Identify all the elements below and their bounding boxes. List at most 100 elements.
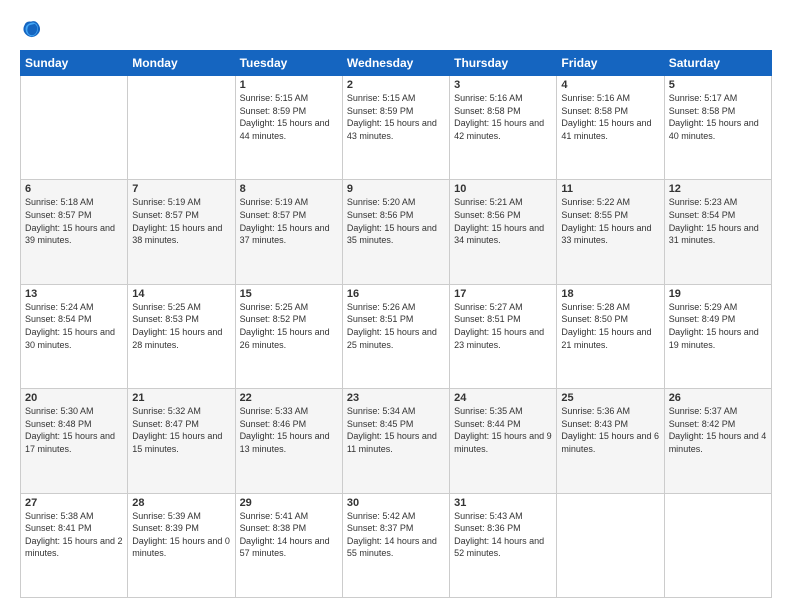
day-cell: 12Sunrise: 5:23 AMSunset: 8:54 PMDayligh…	[664, 180, 771, 284]
header-row: SundayMondayTuesdayWednesdayThursdayFrid…	[21, 51, 772, 76]
day-info: Sunrise: 5:18 AMSunset: 8:57 PMDaylight:…	[25, 196, 123, 246]
day-info: Sunrise: 5:42 AMSunset: 8:37 PMDaylight:…	[347, 510, 445, 560]
day-cell: 2Sunrise: 5:15 AMSunset: 8:59 PMDaylight…	[342, 76, 449, 180]
day-cell: 1Sunrise: 5:15 AMSunset: 8:59 PMDaylight…	[235, 76, 342, 180]
day-info: Sunrise: 5:24 AMSunset: 8:54 PMDaylight:…	[25, 301, 123, 351]
day-info: Sunrise: 5:28 AMSunset: 8:50 PMDaylight:…	[561, 301, 659, 351]
calendar-header: SundayMondayTuesdayWednesdayThursdayFrid…	[21, 51, 772, 76]
day-number: 20	[25, 392, 123, 404]
day-cell: 26Sunrise: 5:37 AMSunset: 8:42 PMDayligh…	[664, 389, 771, 493]
day-info: Sunrise: 5:22 AMSunset: 8:55 PMDaylight:…	[561, 196, 659, 246]
day-info: Sunrise: 5:20 AMSunset: 8:56 PMDaylight:…	[347, 196, 445, 246]
day-number: 6	[25, 183, 123, 195]
day-cell: 29Sunrise: 5:41 AMSunset: 8:38 PMDayligh…	[235, 493, 342, 597]
day-cell: 7Sunrise: 5:19 AMSunset: 8:57 PMDaylight…	[128, 180, 235, 284]
day-info: Sunrise: 5:33 AMSunset: 8:46 PMDaylight:…	[240, 405, 338, 455]
day-cell: 17Sunrise: 5:27 AMSunset: 8:51 PMDayligh…	[450, 284, 557, 388]
day-number: 10	[454, 183, 552, 195]
day-cell: 14Sunrise: 5:25 AMSunset: 8:53 PMDayligh…	[128, 284, 235, 388]
logo	[20, 18, 46, 40]
day-cell	[21, 76, 128, 180]
day-cell: 28Sunrise: 5:39 AMSunset: 8:39 PMDayligh…	[128, 493, 235, 597]
day-info: Sunrise: 5:32 AMSunset: 8:47 PMDaylight:…	[132, 405, 230, 455]
day-info: Sunrise: 5:16 AMSunset: 8:58 PMDaylight:…	[454, 92, 552, 142]
day-number: 3	[454, 79, 552, 91]
day-info: Sunrise: 5:36 AMSunset: 8:43 PMDaylight:…	[561, 405, 659, 455]
day-info: Sunrise: 5:37 AMSunset: 8:42 PMDaylight:…	[669, 405, 767, 455]
day-number: 21	[132, 392, 230, 404]
day-cell: 19Sunrise: 5:29 AMSunset: 8:49 PMDayligh…	[664, 284, 771, 388]
day-cell: 22Sunrise: 5:33 AMSunset: 8:46 PMDayligh…	[235, 389, 342, 493]
day-header-friday: Friday	[557, 51, 664, 76]
day-number: 8	[240, 183, 338, 195]
day-number: 16	[347, 288, 445, 300]
day-cell: 20Sunrise: 5:30 AMSunset: 8:48 PMDayligh…	[21, 389, 128, 493]
day-header-monday: Monday	[128, 51, 235, 76]
day-number: 5	[669, 79, 767, 91]
day-cell: 24Sunrise: 5:35 AMSunset: 8:44 PMDayligh…	[450, 389, 557, 493]
day-info: Sunrise: 5:19 AMSunset: 8:57 PMDaylight:…	[132, 196, 230, 246]
day-info: Sunrise: 5:34 AMSunset: 8:45 PMDaylight:…	[347, 405, 445, 455]
week-row-2: 6Sunrise: 5:18 AMSunset: 8:57 PMDaylight…	[21, 180, 772, 284]
day-cell: 18Sunrise: 5:28 AMSunset: 8:50 PMDayligh…	[557, 284, 664, 388]
logo-icon	[20, 18, 42, 40]
day-number: 11	[561, 183, 659, 195]
page: SundayMondayTuesdayWednesdayThursdayFrid…	[0, 0, 792, 612]
day-number: 28	[132, 497, 230, 509]
day-header-wednesday: Wednesday	[342, 51, 449, 76]
day-cell: 6Sunrise: 5:18 AMSunset: 8:57 PMDaylight…	[21, 180, 128, 284]
day-number: 12	[669, 183, 767, 195]
day-info: Sunrise: 5:16 AMSunset: 8:58 PMDaylight:…	[561, 92, 659, 142]
day-cell: 30Sunrise: 5:42 AMSunset: 8:37 PMDayligh…	[342, 493, 449, 597]
day-number: 27	[25, 497, 123, 509]
week-row-4: 20Sunrise: 5:30 AMSunset: 8:48 PMDayligh…	[21, 389, 772, 493]
day-number: 30	[347, 497, 445, 509]
day-info: Sunrise: 5:23 AMSunset: 8:54 PMDaylight:…	[669, 196, 767, 246]
day-number: 14	[132, 288, 230, 300]
day-cell: 16Sunrise: 5:26 AMSunset: 8:51 PMDayligh…	[342, 284, 449, 388]
day-number: 23	[347, 392, 445, 404]
day-info: Sunrise: 5:26 AMSunset: 8:51 PMDaylight:…	[347, 301, 445, 351]
day-cell: 3Sunrise: 5:16 AMSunset: 8:58 PMDaylight…	[450, 76, 557, 180]
day-number: 4	[561, 79, 659, 91]
day-number: 22	[240, 392, 338, 404]
day-cell: 10Sunrise: 5:21 AMSunset: 8:56 PMDayligh…	[450, 180, 557, 284]
week-row-5: 27Sunrise: 5:38 AMSunset: 8:41 PMDayligh…	[21, 493, 772, 597]
day-cell: 13Sunrise: 5:24 AMSunset: 8:54 PMDayligh…	[21, 284, 128, 388]
day-info: Sunrise: 5:43 AMSunset: 8:36 PMDaylight:…	[454, 510, 552, 560]
day-number: 17	[454, 288, 552, 300]
day-cell: 8Sunrise: 5:19 AMSunset: 8:57 PMDaylight…	[235, 180, 342, 284]
day-header-thursday: Thursday	[450, 51, 557, 76]
day-number: 25	[561, 392, 659, 404]
day-cell	[664, 493, 771, 597]
day-cell: 4Sunrise: 5:16 AMSunset: 8:58 PMDaylight…	[557, 76, 664, 180]
day-cell: 21Sunrise: 5:32 AMSunset: 8:47 PMDayligh…	[128, 389, 235, 493]
day-info: Sunrise: 5:35 AMSunset: 8:44 PMDaylight:…	[454, 405, 552, 455]
day-number: 1	[240, 79, 338, 91]
day-number: 18	[561, 288, 659, 300]
day-number: 13	[25, 288, 123, 300]
day-cell	[128, 76, 235, 180]
day-number: 2	[347, 79, 445, 91]
day-number: 29	[240, 497, 338, 509]
day-header-sunday: Sunday	[21, 51, 128, 76]
day-cell: 9Sunrise: 5:20 AMSunset: 8:56 PMDaylight…	[342, 180, 449, 284]
day-header-tuesday: Tuesday	[235, 51, 342, 76]
day-info: Sunrise: 5:38 AMSunset: 8:41 PMDaylight:…	[25, 510, 123, 560]
day-cell: 31Sunrise: 5:43 AMSunset: 8:36 PMDayligh…	[450, 493, 557, 597]
day-cell	[557, 493, 664, 597]
week-row-1: 1Sunrise: 5:15 AMSunset: 8:59 PMDaylight…	[21, 76, 772, 180]
day-info: Sunrise: 5:25 AMSunset: 8:52 PMDaylight:…	[240, 301, 338, 351]
day-cell: 5Sunrise: 5:17 AMSunset: 8:58 PMDaylight…	[664, 76, 771, 180]
day-cell: 27Sunrise: 5:38 AMSunset: 8:41 PMDayligh…	[21, 493, 128, 597]
day-info: Sunrise: 5:39 AMSunset: 8:39 PMDaylight:…	[132, 510, 230, 560]
day-number: 31	[454, 497, 552, 509]
day-number: 7	[132, 183, 230, 195]
day-number: 15	[240, 288, 338, 300]
day-info: Sunrise: 5:30 AMSunset: 8:48 PMDaylight:…	[25, 405, 123, 455]
day-number: 9	[347, 183, 445, 195]
day-cell: 11Sunrise: 5:22 AMSunset: 8:55 PMDayligh…	[557, 180, 664, 284]
week-row-3: 13Sunrise: 5:24 AMSunset: 8:54 PMDayligh…	[21, 284, 772, 388]
day-number: 24	[454, 392, 552, 404]
day-info: Sunrise: 5:25 AMSunset: 8:53 PMDaylight:…	[132, 301, 230, 351]
